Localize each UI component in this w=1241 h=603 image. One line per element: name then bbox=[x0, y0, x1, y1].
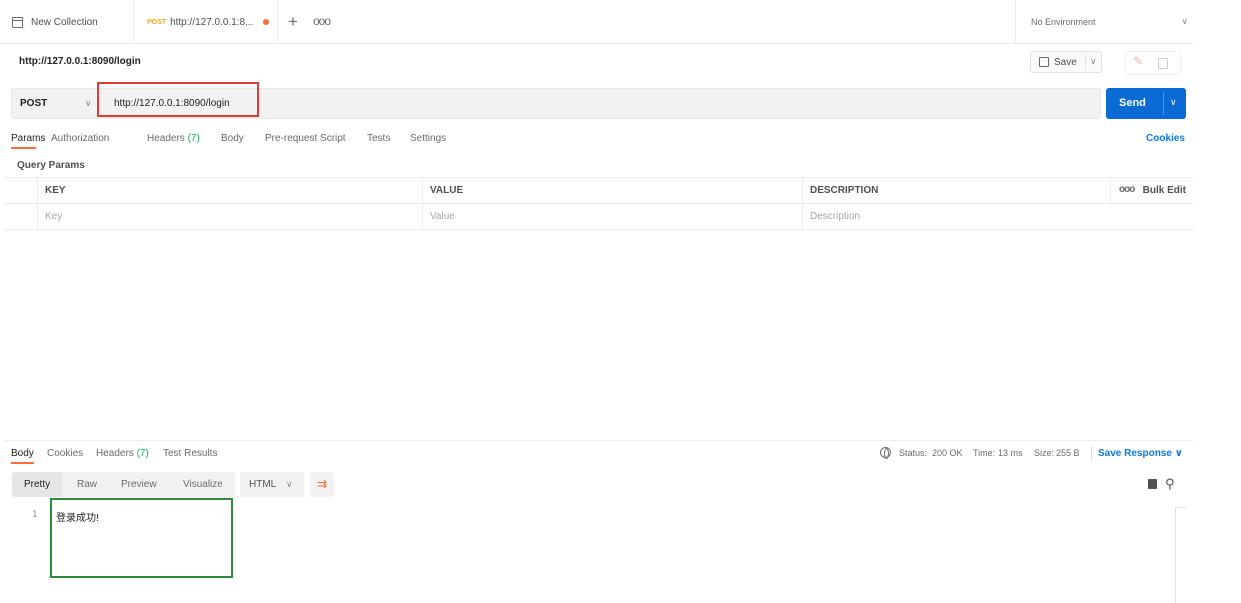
tab-body[interactable]: Body bbox=[221, 133, 244, 144]
send-label: Send bbox=[1119, 97, 1146, 109]
pencil-icon[interactable]: ✎ bbox=[1133, 54, 1143, 68]
save-icon bbox=[1039, 57, 1049, 67]
tab-tests[interactable]: Tests bbox=[367, 133, 390, 144]
tab-label: http://127.0.0.1:8... bbox=[170, 16, 254, 28]
tab-headers-label: Headers bbox=[147, 133, 185, 144]
chevron-down-icon: ∨ bbox=[286, 479, 293, 489]
response-tab-test-results[interactable]: Test Results bbox=[163, 448, 217, 459]
method-label: POST bbox=[20, 98, 48, 109]
view-raw[interactable]: Raw bbox=[77, 479, 97, 490]
save-response-button[interactable]: Save Response ∨ bbox=[1098, 448, 1183, 459]
copy-icon[interactable] bbox=[1145, 476, 1157, 489]
table-row: Key Value Description bbox=[4, 204, 1194, 230]
environment-select[interactable]: No Environment ∨ bbox=[1015, 0, 1194, 44]
view-visualize[interactable]: Visualize bbox=[183, 479, 223, 490]
more-tabs-icon[interactable]: ooo bbox=[313, 14, 331, 28]
globe-icon[interactable] bbox=[880, 447, 891, 459]
tab-new-collection[interactable]: New Collection bbox=[6, 0, 134, 44]
headers-count: (7) bbox=[136, 448, 149, 459]
key-input[interactable]: Key bbox=[37, 204, 426, 230]
size-label: Size: bbox=[1034, 448, 1055, 458]
tab-authorization[interactable]: Authorization bbox=[51, 133, 109, 144]
tab-headers[interactable]: Headers (7) bbox=[147, 133, 200, 144]
documentation-icon[interactable] bbox=[1158, 58, 1168, 69]
tab-pre-request-script[interactable]: Pre-request Script bbox=[265, 133, 346, 144]
size-value[interactable]: 255 B bbox=[1056, 448, 1080, 458]
response-tab-body[interactable]: Body bbox=[11, 448, 34, 459]
divider bbox=[1163, 92, 1164, 115]
tab-request[interactable]: POST http://127.0.0.1:8... bbox=[135, 0, 278, 44]
time-value[interactable]: 13 ms bbox=[998, 448, 1023, 458]
column-header-key: KEY bbox=[37, 178, 426, 204]
method-select[interactable]: POST ∨ bbox=[11, 88, 97, 119]
divider bbox=[1085, 54, 1086, 70]
status-label: Status: bbox=[899, 448, 928, 458]
save-label: Save bbox=[1054, 56, 1077, 68]
search-icon[interactable]: ⚲ bbox=[1165, 476, 1175, 492]
environment-label: No Environment bbox=[1031, 17, 1096, 27]
tab-label: New Collection bbox=[31, 16, 98, 28]
query-params-table: KEY VALUE DESCRIPTION ooo Bulk Edit Key … bbox=[4, 177, 1194, 230]
description-input[interactable]: Description bbox=[802, 204, 1194, 230]
more-options-icon[interactable]: ooo bbox=[1119, 184, 1135, 195]
tab-params[interactable]: Params bbox=[11, 133, 45, 144]
status-value[interactable]: 200 OK bbox=[932, 448, 963, 458]
column-header-description: DESCRIPTION bbox=[802, 178, 1109, 204]
response-tab-headers[interactable]: Headers (7) bbox=[96, 448, 149, 459]
collection-icon bbox=[12, 16, 23, 28]
chevron-down-icon: ∨ bbox=[1181, 16, 1188, 26]
tab-settings[interactable]: Settings bbox=[410, 133, 446, 144]
add-tab-icon[interactable]: + bbox=[288, 12, 298, 32]
table-header-row: KEY VALUE DESCRIPTION ooo Bulk Edit bbox=[4, 178, 1194, 204]
active-tab-indicator bbox=[11, 147, 36, 149]
chevron-down-icon: ∨ bbox=[85, 98, 92, 108]
chevron-down-icon[interactable]: ∨ bbox=[1090, 56, 1097, 67]
response-highlight-box bbox=[50, 498, 233, 578]
request-tools: ✎ bbox=[1125, 51, 1181, 75]
query-params-title: Query Params bbox=[17, 160, 85, 171]
response-tab-headers-label: Headers bbox=[96, 448, 134, 459]
view-preview[interactable]: Preview bbox=[121, 479, 157, 490]
url-highlight-box bbox=[97, 82, 259, 117]
send-button[interactable]: Send ∨ bbox=[1106, 88, 1186, 119]
headers-count: (7) bbox=[187, 133, 200, 144]
divider bbox=[4, 440, 1194, 441]
save-button[interactable]: Save ∨ bbox=[1030, 51, 1102, 73]
unsaved-dot-icon bbox=[263, 19, 270, 25]
request-name: http://127.0.0.1:8090/login bbox=[19, 56, 141, 67]
bulk-edit-link[interactable]: Bulk Edit bbox=[1143, 185, 1186, 196]
line-number: 1 bbox=[32, 510, 38, 520]
scrollbar[interactable] bbox=[1175, 507, 1187, 603]
view-pretty[interactable]: Pretty bbox=[24, 479, 50, 490]
time-label: Time: bbox=[973, 448, 996, 458]
format-label: HTML bbox=[249, 479, 277, 490]
response-tab-cookies[interactable]: Cookies bbox=[47, 448, 83, 459]
table-actions: ooo Bulk Edit bbox=[1110, 178, 1194, 204]
active-tab-indicator bbox=[11, 462, 34, 464]
value-input[interactable]: Value bbox=[422, 204, 804, 230]
chevron-down-icon[interactable]: ∨ bbox=[1170, 97, 1177, 108]
column-header-value: VALUE bbox=[422, 178, 804, 204]
tab-method-badge: POST bbox=[147, 18, 167, 26]
cookies-link[interactable]: Cookies bbox=[1146, 133, 1185, 144]
divider bbox=[1091, 446, 1092, 460]
format-select[interactable]: HTML ∨ bbox=[240, 472, 304, 497]
wrap-lines-icon[interactable]: ⇉ bbox=[310, 472, 334, 497]
